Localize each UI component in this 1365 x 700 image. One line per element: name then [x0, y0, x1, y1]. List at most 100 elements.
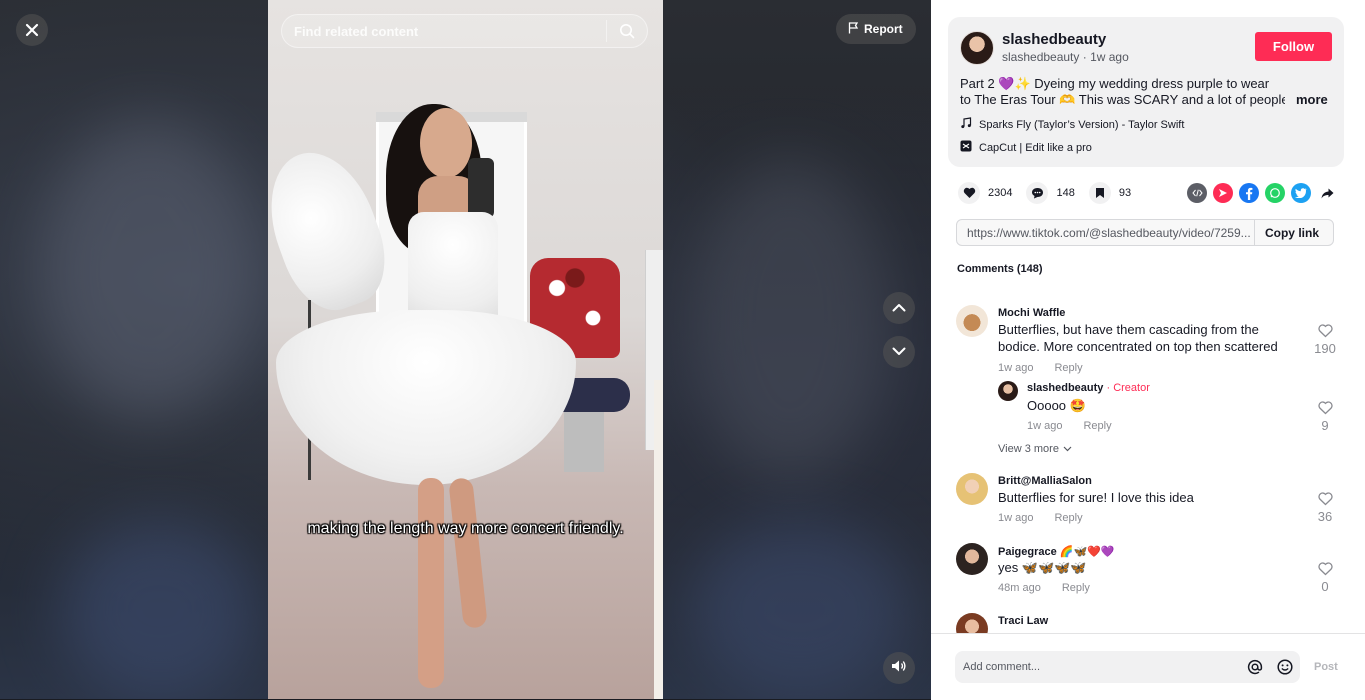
author-name[interactable]: slashedbeauty: [1002, 31, 1106, 48]
share-buttons: [1181, 183, 1337, 203]
view-more-replies[interactable]: View 3 more: [998, 443, 1072, 455]
comment-meta: 48m ago Reply: [998, 582, 1090, 594]
search-bar[interactable]: [281, 14, 648, 48]
comment-input[interactable]: [955, 660, 1240, 674]
reply-button[interactable]: Reply: [1054, 512, 1082, 524]
heart-outline-icon[interactable]: [1317, 401, 1333, 418]
author-subline: slashedbeauty · 1w ago: [1002, 50, 1129, 64]
search-input[interactable]: [282, 14, 606, 48]
heart-outline-icon[interactable]: [1317, 324, 1333, 341]
posted-time: 1w ago: [1090, 50, 1129, 64]
view-more-label: View 3 more: [998, 443, 1059, 455]
search-icon[interactable]: [607, 15, 647, 47]
comment-author[interactable]: slashedbeauty · Creator: [1027, 382, 1150, 394]
separator-dot: ·: [1082, 50, 1091, 64]
copy-link-button[interactable]: Copy link: [1253, 220, 1333, 245]
engagement-stats: 2304 148 93: [958, 182, 1145, 204]
chevron-up-icon: [892, 299, 906, 317]
comment-time: 48m ago: [998, 582, 1041, 594]
comment-time: 1w ago: [998, 362, 1034, 374]
comment-line: bodice. More concentrated on top then sc…: [998, 339, 1278, 354]
reply-button[interactable]: Reply: [1054, 362, 1082, 374]
avatar[interactable]: [956, 473, 988, 505]
comment-meta: 1w ago Reply: [1027, 420, 1112, 432]
avatar[interactable]: [960, 31, 994, 65]
comment-like[interactable]: 0: [1310, 562, 1340, 594]
report-button[interactable]: Report: [836, 14, 916, 44]
video-caption: making the length way more concert frien…: [307, 520, 624, 537]
comment-author[interactable]: Paigegrace 🌈🦋❤️💜: [998, 545, 1115, 558]
heart-outline-icon[interactable]: [1317, 492, 1333, 509]
save-stat[interactable]: 93: [1088, 182, 1131, 204]
chevron-down-icon: [892, 343, 906, 361]
music-link[interactable]: Sparks Fly (Taylor’s Version) - Taylor S…: [960, 117, 1184, 132]
bookmark-icon[interactable]: [1088, 182, 1111, 204]
volume-button[interactable]: [883, 652, 915, 684]
previous-video-button[interactable]: [883, 292, 915, 324]
capcut-link[interactable]: CapCut | Edit like a pro: [960, 140, 1092, 155]
caption-line: Part 2 💜✨ Dyeing my wedding dress purple…: [960, 76, 1270, 91]
forward-share-icon[interactable]: [1317, 183, 1337, 203]
embed-icon[interactable]: [1187, 183, 1207, 203]
reply-button[interactable]: Reply: [1062, 582, 1090, 594]
comment-text: yes 🦋🦋🦋🦋: [998, 560, 1087, 575]
leg: [448, 477, 488, 629]
dress-bodice: [408, 212, 498, 322]
post-comment-button[interactable]: Post: [1314, 661, 1338, 673]
follow-button[interactable]: Follow: [1255, 32, 1332, 61]
avatar[interactable]: [998, 381, 1018, 401]
comment-text: Butterflies, but have them cascading fro…: [998, 321, 1298, 355]
post-caption: Part 2 💜✨ Dyeing my wedding dress purple…: [960, 76, 1285, 108]
comment-like[interactable]: 36: [1310, 492, 1340, 524]
video-frame[interactable]: [268, 0, 663, 699]
chevron-down-icon: [1063, 443, 1072, 455]
reply-item: slashedbeauty · Creator Ooooo 🤩 1w ago R…: [998, 381, 1341, 441]
phone: [468, 158, 494, 218]
comment-line: Butterflies, but have them cascading fro…: [998, 322, 1259, 337]
speaker-icon: [891, 659, 907, 678]
comment-stat[interactable]: 148: [1026, 182, 1075, 204]
comment-like[interactable]: 190: [1310, 324, 1340, 356]
background-blur: [690, 520, 910, 699]
close-icon[interactable]: [16, 14, 48, 46]
twitter-icon[interactable]: [1291, 183, 1311, 203]
comment-like-count: 0: [1321, 579, 1329, 594]
comment-bar: Post: [931, 633, 1365, 700]
background-blur: [690, 160, 890, 480]
comment-like-count: 190: [1314, 341, 1336, 356]
like-stat[interactable]: 2304: [958, 182, 1012, 204]
comment-meta: 1w ago Reply: [998, 362, 1083, 374]
avatar[interactable]: [956, 305, 988, 337]
reply-button[interactable]: Reply: [1083, 420, 1111, 432]
comment-author[interactable]: Britt@MalliaSalon: [998, 475, 1092, 487]
at-mention-icon[interactable]: [1240, 651, 1270, 683]
comment-author[interactable]: Mochi Waffle: [998, 307, 1065, 319]
heart-icon[interactable]: [958, 182, 980, 204]
comment-time: 1w ago: [1027, 420, 1063, 432]
comment-author[interactable]: Traci Law: [998, 615, 1048, 627]
face: [420, 108, 472, 178]
facebook-icon[interactable]: [1239, 183, 1259, 203]
comment-count: 148: [1056, 187, 1075, 199]
comment-bubble-icon[interactable]: [1026, 182, 1049, 204]
comment-item: Britt@MalliaSalon Butterflies for sure! …: [956, 473, 1341, 533]
comment-like[interactable]: 9: [1310, 401, 1340, 433]
comment-item: Paigegrace 🌈🦋❤️💜 yes 🦋🦋🦋🦋 48m ago Reply …: [956, 543, 1341, 603]
video-player-area: making the length way more concert frien…: [0, 0, 931, 699]
comment-text: Ooooo 🤩: [1027, 398, 1086, 413]
mirror-frame: [654, 380, 663, 699]
send-icon[interactable]: [1213, 183, 1233, 203]
video-link-text[interactable]: https://www.tiktok.com/@slashedbeauty/vi…: [957, 226, 1254, 240]
video-info-card: slashedbeauty slashedbeauty · 1w ago Fol…: [948, 17, 1344, 167]
more-link[interactable]: more: [1296, 92, 1328, 107]
avatar[interactable]: [956, 543, 988, 575]
comment-like-count: 36: [1317, 509, 1333, 524]
whatsapp-icon[interactable]: [1265, 183, 1285, 203]
emoji-icon[interactable]: [1270, 651, 1300, 683]
comment-item: Mochi Waffle Butterflies, but have them …: [956, 305, 1341, 375]
next-video-button[interactable]: [883, 336, 915, 368]
reply-author-name: slashedbeauty: [1027, 382, 1104, 394]
background-blur: [60, 520, 260, 699]
heart-outline-icon[interactable]: [1317, 562, 1333, 579]
dress-skirt: [276, 310, 576, 485]
